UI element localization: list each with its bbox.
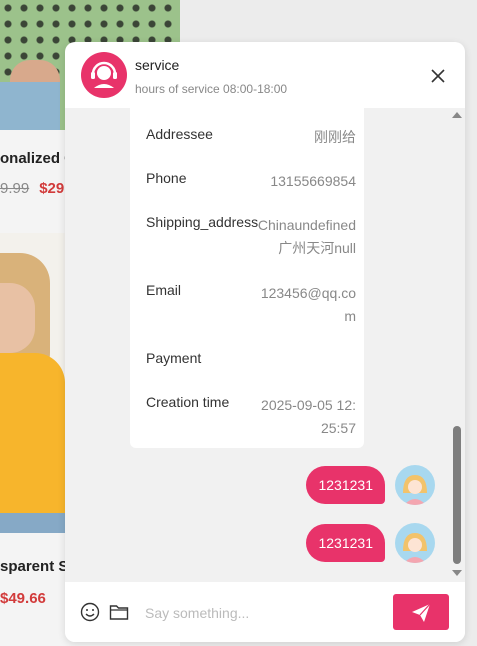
emoji-icon[interactable] — [80, 602, 100, 622]
user-message-bubble: 1231231 — [306, 466, 385, 504]
chat-header: service hours of service 08:00-18:00 — [65, 42, 465, 108]
agent-name: service — [135, 57, 180, 73]
chat-input-bar — [65, 582, 465, 642]
chat-window: service hours of service 08:00-18:00 Add… — [65, 42, 465, 642]
user-avatar — [395, 523, 435, 563]
order-label: Shipping_address — [146, 214, 259, 230]
scrollbar[interactable] — [451, 108, 463, 582]
sale-price: $29 — [39, 180, 65, 197]
product-title[interactable]: onalized C — [0, 150, 75, 167]
message-input[interactable] — [143, 597, 387, 629]
headset-agent-icon — [81, 52, 127, 98]
order-label: Creation time — [146, 394, 230, 410]
order-value: 2025-09-05 12:25:57 — [261, 397, 356, 436]
order-label: Payment — [146, 350, 202, 366]
order-value: Chinaundefined广州天河null — [257, 217, 356, 256]
product-price: $49.66 — [0, 590, 46, 607]
scroll-thumb[interactable] — [453, 426, 461, 564]
service-hours: hours of service 08:00-18:00 — [135, 82, 288, 96]
order-label: Email — [146, 282, 182, 298]
close-icon[interactable] — [427, 65, 449, 87]
user-avatar — [395, 465, 435, 505]
send-icon — [412, 603, 431, 622]
old-price: 9.99 — [0, 180, 30, 197]
send-button[interactable] — [393, 594, 449, 630]
order-label: Phone — [146, 170, 187, 186]
message-list[interactable]: Addressee 刚刚给 Phone 13155669854 Shipping… — [65, 108, 465, 582]
product-price: 9.99 $29 — [0, 180, 64, 197]
scroll-down-arrow[interactable] — [452, 570, 462, 576]
order-label: Addressee — [146, 126, 213, 142]
folder-icon[interactable] — [109, 603, 129, 621]
order-card: Addressee 刚刚给 Phone 13155669854 Shipping… — [130, 108, 364, 448]
order-value: 123456@qq.com — [260, 285, 356, 324]
user-message-bubble: 1231231 — [306, 524, 385, 562]
order-value: 刚刚给 — [314, 129, 356, 145]
order-value: 13155669854 — [270, 173, 356, 189]
scroll-up-arrow[interactable] — [452, 112, 462, 118]
